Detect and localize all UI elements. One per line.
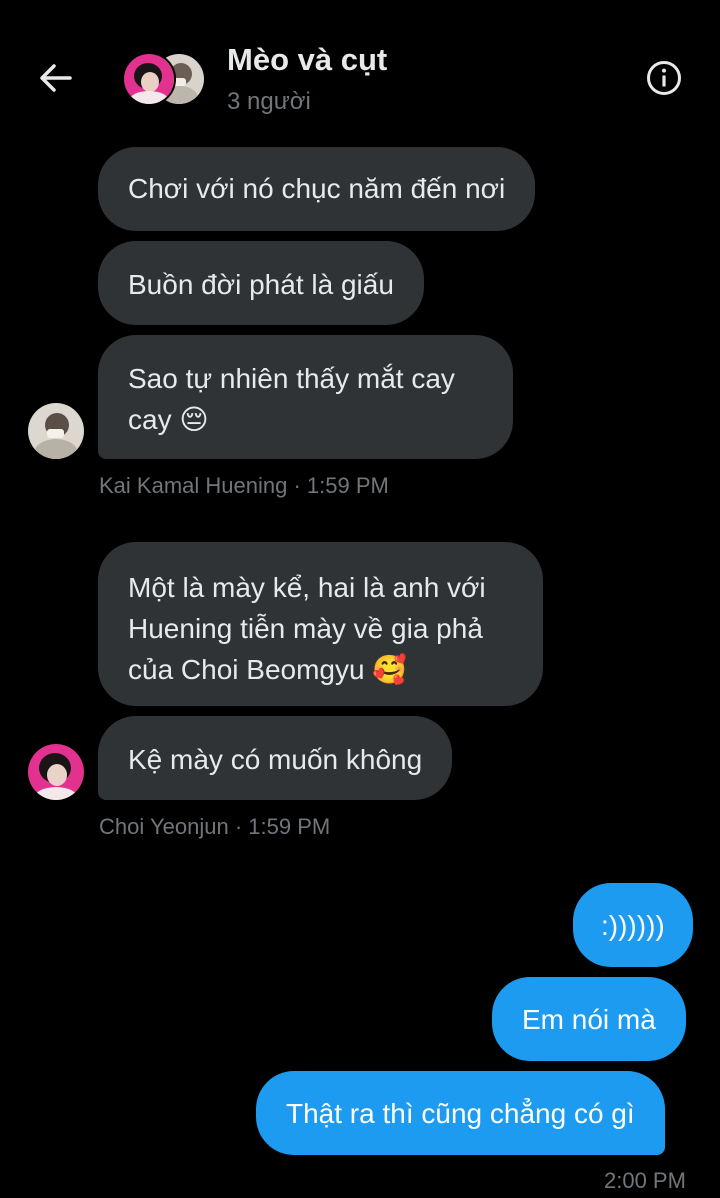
message-text-line: Huening tiễn mày về gia phả bbox=[128, 613, 483, 644]
message-meta: Choi Yeonjun · 1:59 PM bbox=[99, 814, 330, 840]
info-button[interactable] bbox=[644, 58, 684, 98]
message-text: Chơi với nó chục năm đến nơi bbox=[128, 173, 506, 204]
message-time: 2:00 PM bbox=[604, 1168, 686, 1193]
message-text: Thật ra thì cũng chẳng có gì bbox=[286, 1098, 635, 1129]
member-avatar-yeonjun bbox=[122, 52, 176, 106]
conversation-title[interactable]: Mèo và cụt bbox=[227, 42, 387, 78]
message-bubble[interactable]: Thật ra thì cũng chẳng có gì bbox=[256, 1071, 665, 1155]
meta-separator: · bbox=[234, 814, 243, 839]
sender-avatar-yeonjun[interactable] bbox=[28, 744, 84, 800]
message-text: Em nói mà bbox=[522, 1004, 656, 1035]
message-bubble[interactable]: Buồn đời phát là giấu bbox=[98, 241, 424, 325]
message-bubble[interactable]: :)))))) bbox=[573, 883, 693, 967]
sender-name: Choi Yeonjun bbox=[99, 814, 229, 839]
message-time: 1:59 PM bbox=[248, 814, 331, 839]
message-bubble[interactable]: Em nói mà bbox=[492, 977, 686, 1061]
message-text: Kệ mày có muốn không bbox=[128, 744, 423, 775]
back-button[interactable] bbox=[34, 56, 78, 100]
group-avatar[interactable] bbox=[122, 50, 206, 106]
participant-count: 3 người bbox=[227, 88, 311, 115]
message-time: 1:59 PM bbox=[306, 473, 389, 498]
message-bubble[interactable]: Kệ mày có muốn không bbox=[98, 716, 453, 800]
message-text-line: cay 😔 bbox=[128, 404, 209, 435]
message-text-line: của Choi Beomgyu 🥰 bbox=[128, 654, 408, 685]
message-text-line: Một là mày kể, hai là anh với bbox=[128, 572, 486, 603]
sender-name: Kai Kamal Huening bbox=[99, 473, 288, 498]
message-meta: Kai Kamal Huening · 1:59 PM bbox=[99, 473, 389, 499]
arrow-left-icon bbox=[40, 64, 72, 92]
message-bubble[interactable]: Chơi với nó chục năm đến nơi bbox=[98, 147, 536, 231]
message-text: :)))))) bbox=[601, 910, 665, 941]
conversation-header: Mèo và cụt 3 người bbox=[0, 0, 720, 140]
message-text: Buồn đời phát là giấu bbox=[128, 269, 394, 300]
message-bubble[interactable]: Sao tự nhiên thấy mắt cay cay 😔 bbox=[98, 335, 513, 459]
sender-avatar-huening[interactable] bbox=[28, 403, 84, 459]
message-bubble[interactable]: Một là mày kể, hai là anh với Huening ti… bbox=[98, 542, 543, 706]
meta-separator: · bbox=[293, 473, 301, 498]
info-icon bbox=[647, 61, 681, 95]
message-text-line: Sao tự nhiên thấy mắt cay bbox=[128, 363, 455, 394]
